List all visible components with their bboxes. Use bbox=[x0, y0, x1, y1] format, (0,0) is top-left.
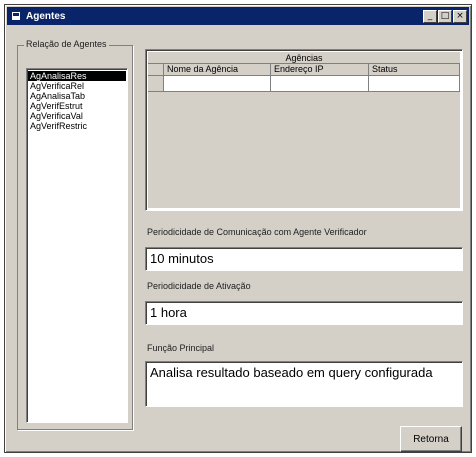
agencias-grid-header: Nome da Agência Endereço IP Status bbox=[148, 64, 460, 76]
column-header-nome[interactable]: Nome da Agência bbox=[164, 64, 271, 76]
minimize-button[interactable]: _ bbox=[423, 9, 437, 23]
agents-groupbox: Relação de Agentes AgAnalisaRes AgVerifi… bbox=[17, 39, 133, 430]
maximize-button[interactable]: □ bbox=[438, 9, 452, 23]
close-button[interactable]: × bbox=[453, 9, 467, 23]
window-title: Agentes bbox=[26, 10, 66, 22]
agent-list[interactable]: AgAnalisaRes AgVerificaRel AgAnalisaTab … bbox=[26, 68, 128, 423]
agencias-grid-caption: Agências bbox=[148, 52, 460, 64]
agencias-grid[interactable]: Agências Nome da Agência Endereço IP Sta… bbox=[145, 49, 463, 211]
agencias-grid-body: Agências Nome da Agência Endereço IP Sta… bbox=[148, 52, 460, 208]
agentes-window: Agentes _ □ × Relação de Agentes AgAnali… bbox=[4, 4, 472, 453]
periodicidade-comunicacao-label: Periodicidade de Comunicação com Agente … bbox=[147, 227, 367, 237]
cell-endereco-ip[interactable] bbox=[271, 76, 369, 92]
cell-status[interactable] bbox=[369, 76, 460, 92]
row-selector[interactable] bbox=[148, 76, 164, 92]
title-bar[interactable]: Agentes _ □ × bbox=[7, 7, 469, 25]
periodicidade-ativacao-field[interactable]: 1 hora bbox=[145, 301, 463, 325]
agent-list-item[interactable]: AgVerificaRel bbox=[28, 81, 126, 91]
agent-list-item[interactable]: AgVerifRestric bbox=[28, 121, 126, 131]
periodicidade-comunicacao-field[interactable]: 10 minutos bbox=[145, 247, 463, 271]
agent-list-item[interactable]: AgVerifEstrut bbox=[28, 101, 126, 111]
table-row[interactable] bbox=[148, 76, 460, 92]
column-header-endereco-ip[interactable]: Endereço IP bbox=[271, 64, 369, 76]
window-controls: _ □ × bbox=[423, 9, 467, 23]
funcao-principal-label: Função Principal bbox=[147, 343, 215, 353]
agents-groupbox-label: Relação de Agentes bbox=[24, 39, 109, 49]
cell-nome[interactable] bbox=[164, 76, 271, 92]
agent-list-item[interactable]: AgAnalisaRes bbox=[28, 71, 126, 81]
periodicidade-ativacao-label: Periodicidade de Ativação bbox=[147, 281, 251, 291]
retorna-button[interactable]: Retorna bbox=[400, 426, 462, 452]
agent-list-item[interactable]: AgVerificaVal bbox=[28, 111, 126, 121]
agent-list-item[interactable]: AgAnalisaTab bbox=[28, 91, 126, 101]
funcao-principal-field[interactable]: Analisa resultado baseado em query confi… bbox=[145, 361, 463, 407]
app-icon[interactable] bbox=[10, 10, 22, 22]
app-icon-glyph bbox=[12, 12, 20, 20]
column-header-status[interactable]: Status bbox=[369, 64, 460, 76]
grid-corner-cell bbox=[148, 64, 164, 76]
